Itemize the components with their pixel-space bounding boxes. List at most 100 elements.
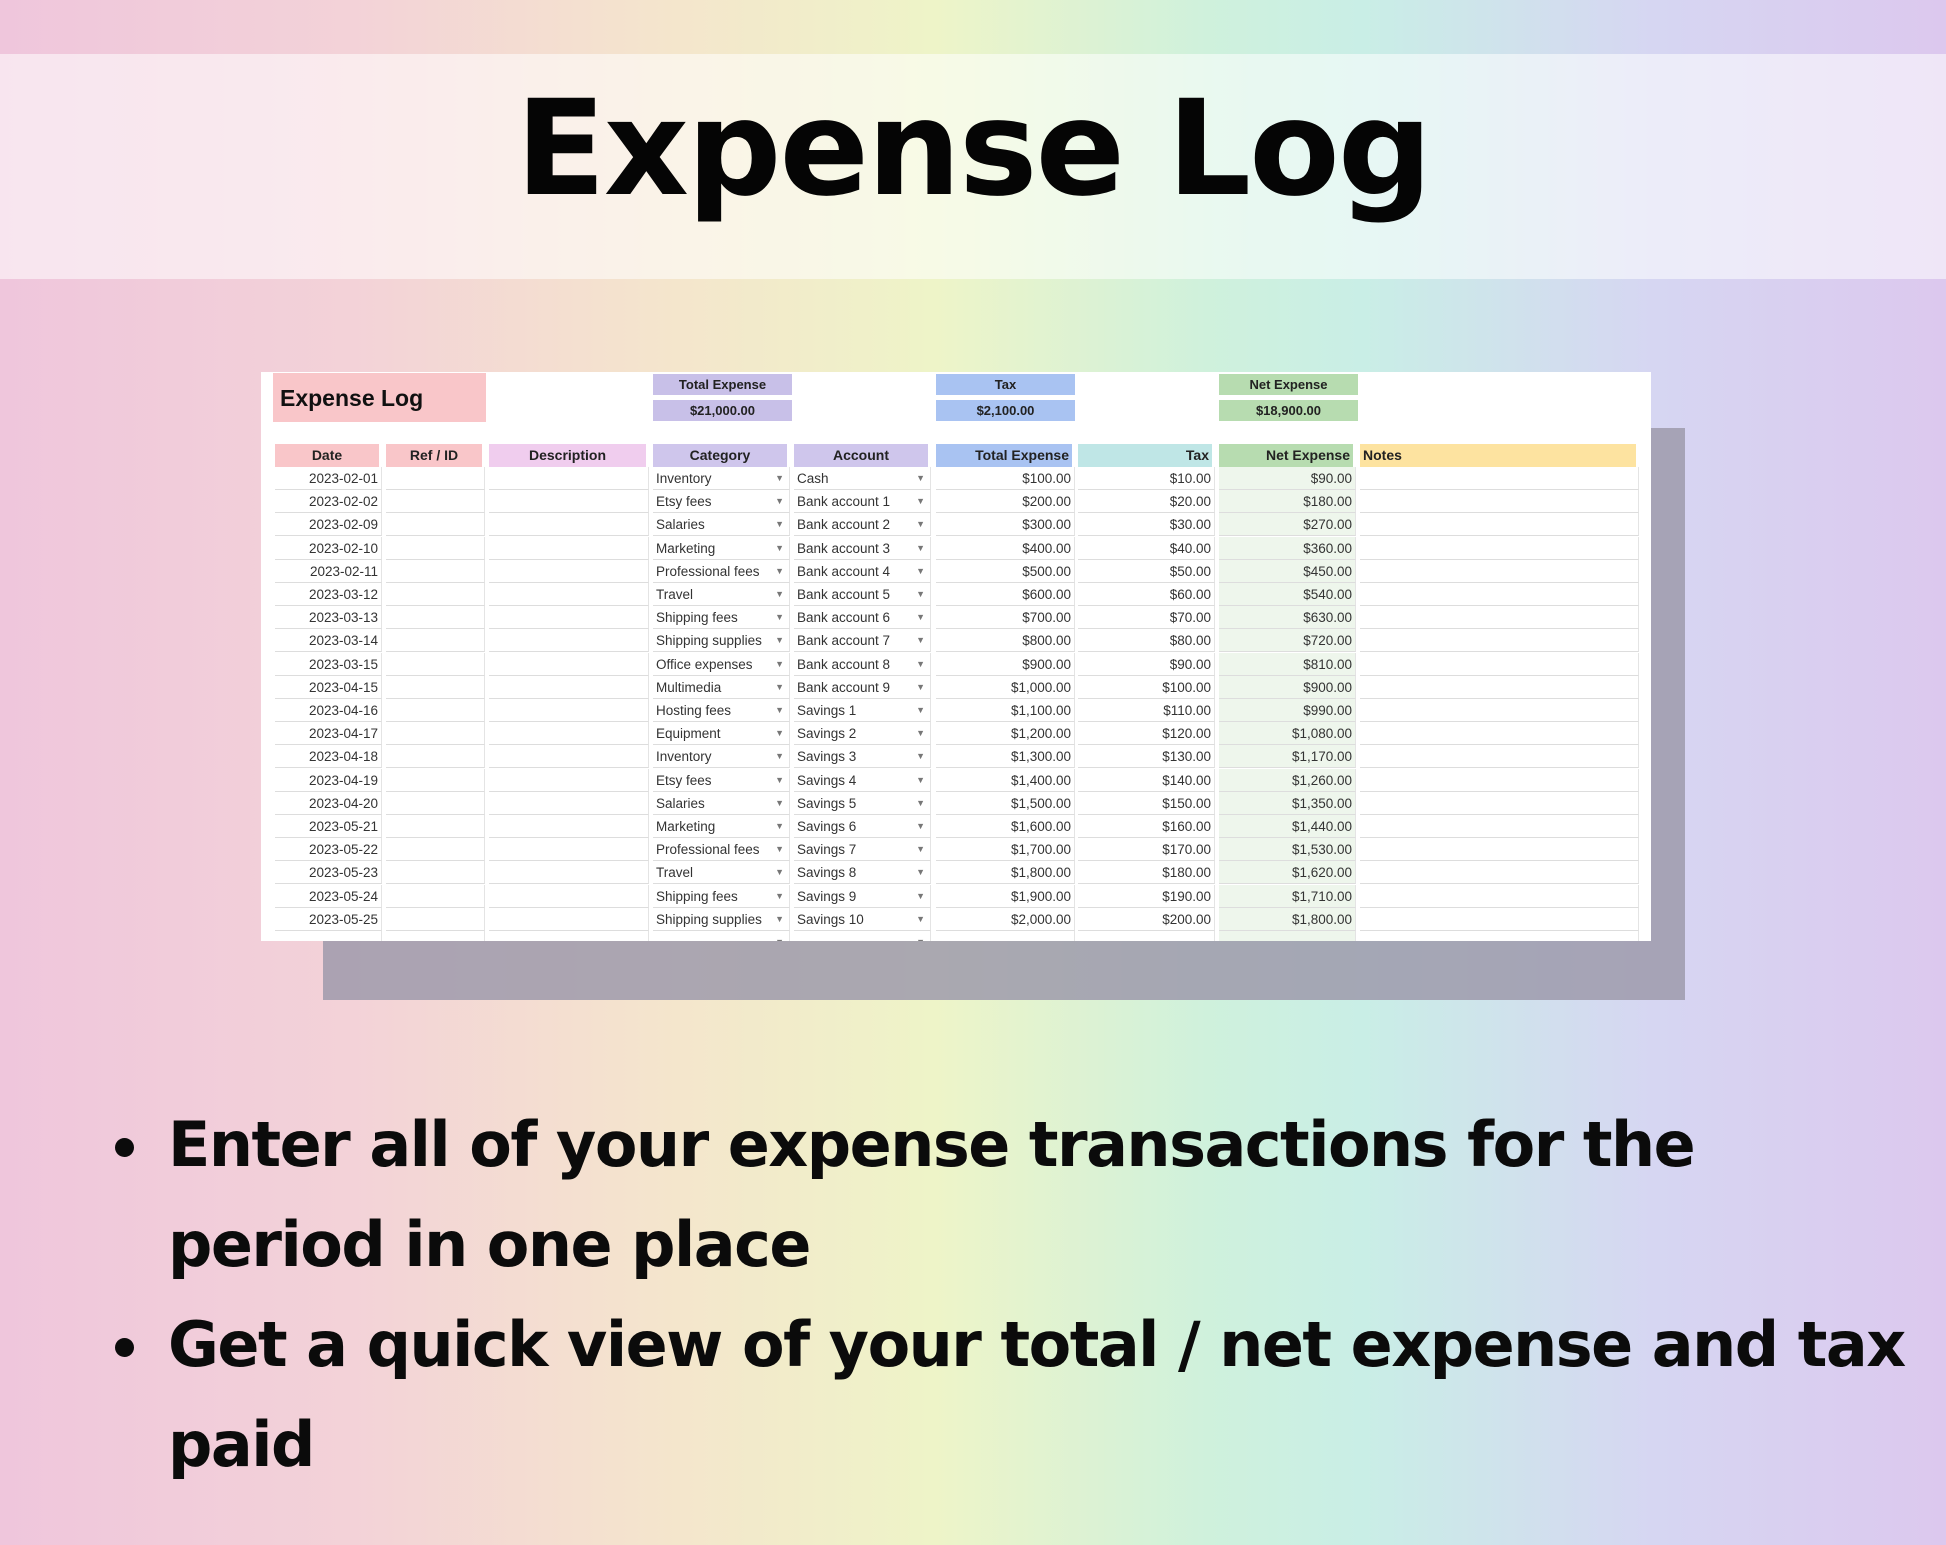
- dropdown-arrow-icon[interactable]: ▼: [916, 792, 925, 814]
- table-cell[interactable]: $10.00: [1078, 467, 1215, 490]
- column-header[interactable]: Total Expense: [936, 444, 1072, 467]
- dropdown-arrow-icon[interactable]: ▼: [775, 583, 784, 605]
- table-cell[interactable]: [386, 838, 485, 862]
- table-cell[interactable]: $800.00: [936, 629, 1075, 653]
- table-cell[interactable]: $160.00: [1078, 815, 1215, 838]
- table-cell[interactable]: $70.00: [1078, 606, 1215, 630]
- dropdown-arrow-icon[interactable]: ▼: [775, 490, 784, 512]
- dropdown-arrow-icon[interactable]: ▼: [775, 931, 784, 941]
- table-cell[interactable]: [489, 606, 649, 630]
- table-cell[interactable]: [489, 467, 649, 490]
- dropdown-arrow-icon[interactable]: ▼: [916, 629, 925, 651]
- table-cell[interactable]: $120.00: [1078, 722, 1215, 746]
- table-cell[interactable]: Bank account 4 ▼: [794, 559, 931, 583]
- table-cell[interactable]: $60.00: [1078, 583, 1215, 606]
- table-cell[interactable]: [386, 907, 485, 931]
- table-cell[interactable]: [489, 629, 649, 653]
- table-cell[interactable]: 2023-02-01: [275, 467, 382, 490]
- table-cell[interactable]: [489, 931, 649, 941]
- table-cell[interactable]: Travel ▼: [653, 583, 790, 606]
- table-cell[interactable]: $90.00: [1219, 467, 1356, 490]
- table-cell[interactable]: $1,000.00: [936, 675, 1075, 699]
- table-cell[interactable]: 2023-02-11: [275, 559, 382, 583]
- table-cell[interactable]: Shipping fees ▼: [653, 606, 790, 630]
- table-cell[interactable]: [386, 768, 485, 792]
- table-cell[interactable]: 2023-05-21: [275, 815, 382, 838]
- table-cell[interactable]: [1360, 815, 1639, 838]
- dropdown-arrow-icon[interactable]: ▼: [916, 908, 925, 930]
- table-cell[interactable]: $50.00: [1078, 559, 1215, 583]
- dropdown-arrow-icon[interactable]: ▼: [775, 792, 784, 814]
- table-cell[interactable]: Shipping fees ▼: [653, 884, 790, 908]
- table-cell[interactable]: [489, 583, 649, 606]
- table-cell[interactable]: $110.00: [1078, 699, 1215, 722]
- table-cell[interactable]: 2023-05-22: [275, 838, 382, 862]
- dropdown-arrow-icon[interactable]: ▼: [775, 606, 784, 628]
- table-cell[interactable]: Bank account 6 ▼: [794, 606, 931, 630]
- table-cell[interactable]: [1360, 931, 1639, 941]
- table-cell[interactable]: Bank account 9 ▼: [794, 675, 931, 699]
- table-cell[interactable]: [386, 606, 485, 630]
- table-cell[interactable]: $1,530.00: [1219, 838, 1356, 862]
- table-cell[interactable]: $400.00: [936, 536, 1075, 560]
- table-cell[interactable]: [386, 675, 485, 699]
- table-cell[interactable]: $170.00: [1078, 838, 1215, 862]
- dropdown-arrow-icon[interactable]: ▼: [775, 467, 784, 489]
- table-cell[interactable]: 2023-03-15: [275, 652, 382, 676]
- table-cell[interactable]: $1,600.00: [936, 815, 1075, 838]
- table-cell[interactable]: [489, 791, 649, 815]
- table-cell[interactable]: Savings 2 ▼: [794, 722, 931, 746]
- dropdown-arrow-icon[interactable]: ▼: [775, 653, 784, 675]
- table-cell[interactable]: Salaries ▼: [653, 513, 790, 537]
- table-cell[interactable]: $100.00: [1078, 675, 1215, 699]
- table-cell[interactable]: [386, 536, 485, 560]
- dropdown-arrow-icon[interactable]: ▼: [916, 745, 925, 767]
- table-cell[interactable]: [1360, 629, 1639, 653]
- dropdown-arrow-icon[interactable]: ▼: [775, 513, 784, 535]
- table-cell[interactable]: [1360, 559, 1639, 583]
- table-cell[interactable]: $1,440.00: [1219, 815, 1356, 838]
- table-cell[interactable]: Bank account 3 ▼: [794, 536, 931, 560]
- dropdown-arrow-icon[interactable]: ▼: [916, 769, 925, 791]
- table-cell[interactable]: $190.00: [1078, 884, 1215, 908]
- table-cell[interactable]: $180.00: [1219, 490, 1356, 514]
- table-cell[interactable]: [1078, 931, 1215, 941]
- table-cell[interactable]: $1,350.00: [1219, 791, 1356, 815]
- table-cell[interactable]: Travel ▼: [653, 861, 790, 885]
- dropdown-arrow-icon[interactable]: ▼: [775, 769, 784, 791]
- table-cell[interactable]: [1360, 583, 1639, 606]
- dropdown-arrow-icon[interactable]: ▼: [775, 885, 784, 907]
- table-cell[interactable]: $700.00: [936, 606, 1075, 630]
- table-cell[interactable]: [1219, 931, 1356, 941]
- table-cell[interactable]: $200.00: [1078, 907, 1215, 931]
- table-cell[interactable]: Professional fees ▼: [653, 838, 790, 862]
- table-cell[interactable]: $630.00: [1219, 606, 1356, 630]
- table-cell[interactable]: [489, 675, 649, 699]
- dropdown-arrow-icon[interactable]: ▼: [916, 490, 925, 512]
- table-cell[interactable]: Hosting fees ▼: [653, 699, 790, 722]
- table-cell[interactable]: Savings 5 ▼: [794, 791, 931, 815]
- table-cell[interactable]: 2023-04-20: [275, 791, 382, 815]
- table-cell[interactable]: 2023-05-23: [275, 861, 382, 885]
- table-cell[interactable]: $1,500.00: [936, 791, 1075, 815]
- table-cell[interactable]: [1360, 722, 1639, 746]
- dropdown-arrow-icon[interactable]: ▼: [916, 676, 925, 698]
- table-cell[interactable]: Cash ▼: [794, 467, 931, 490]
- table-cell[interactable]: $1,800.00: [936, 861, 1075, 885]
- dropdown-arrow-icon[interactable]: ▼: [916, 513, 925, 535]
- dropdown-arrow-icon[interactable]: ▼: [916, 722, 925, 744]
- table-cell[interactable]: [1360, 791, 1639, 815]
- table-cell[interactable]: [386, 513, 485, 537]
- table-cell[interactable]: $1,200.00: [936, 722, 1075, 746]
- dropdown-arrow-icon[interactable]: ▼: [775, 815, 784, 837]
- table-cell[interactable]: Etsy fees ▼: [653, 768, 790, 792]
- table-cell[interactable]: Savings 6 ▼: [794, 815, 931, 838]
- table-cell[interactable]: ▼: [794, 931, 931, 941]
- table-cell[interactable]: $1,900.00: [936, 884, 1075, 908]
- column-header[interactable]: Notes: [1360, 444, 1636, 467]
- dropdown-arrow-icon[interactable]: ▼: [775, 699, 784, 721]
- column-header[interactable]: Category: [653, 444, 787, 467]
- table-cell[interactable]: $500.00: [936, 559, 1075, 583]
- table-cell[interactable]: $100.00: [936, 467, 1075, 490]
- dropdown-arrow-icon[interactable]: ▼: [775, 722, 784, 744]
